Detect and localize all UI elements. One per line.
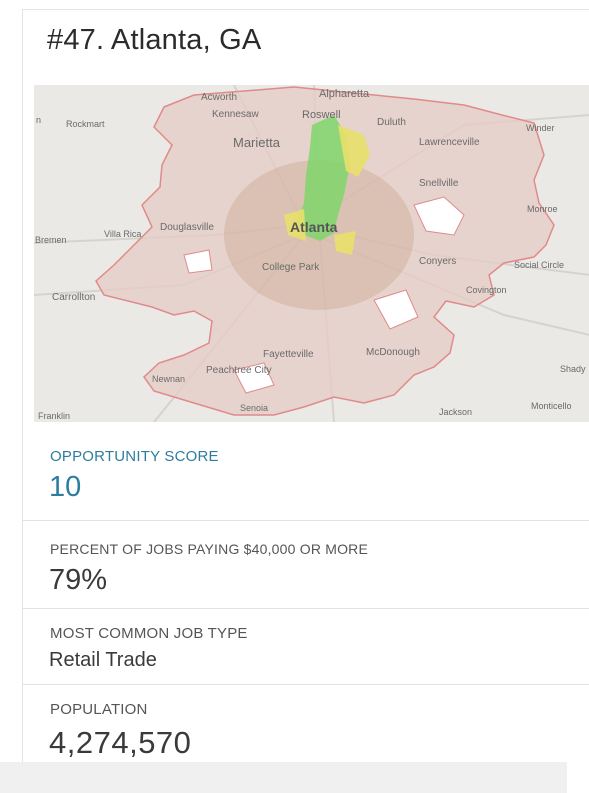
metro-map[interactable]: Acworth Alpharetta Kennesaw Roswell Dulu… [34, 85, 589, 422]
page-title: #47. Atlanta, GA [47, 24, 262, 56]
map-label-franklin: Franklin [38, 411, 70, 421]
map-label-social-circle: Social Circle [514, 260, 564, 270]
map-label-rockmart: Rockmart [66, 119, 105, 129]
job-type-value: Retail Trade [49, 649, 157, 671]
footer-bar [0, 762, 567, 793]
opportunity-score-label: OPPORTUNITY SCORE [50, 448, 219, 465]
map-label-college-park: College Park [262, 262, 320, 273]
jobs-40k-label: PERCENT OF JOBS PAYING $40,000 OR MORE [50, 541, 369, 557]
map-label-monroe: Monroe [527, 204, 558, 214]
opportunity-score-value: 10 [49, 471, 82, 503]
map-label-winder: Winder [526, 123, 555, 133]
map-label-senoia: Senoia [240, 403, 268, 413]
map-label-fayetteville: Fayetteville [263, 349, 314, 360]
city-card: #47. Atlanta, GA Acworth Alpharetta Kenn… [22, 9, 589, 774]
map-label-edge-n: n [36, 115, 41, 125]
map-label-atlanta: Atlanta [290, 219, 338, 235]
job-type-label: MOST COMMON JOB TYPE [50, 625, 248, 642]
population-value: 4,274,570 [49, 725, 192, 760]
map-label-monticello: Monticello [531, 401, 572, 411]
opportunity-score-section: OPPORTUNITY SCORE 10 [23, 422, 589, 521]
map-label-roswell: Roswell [302, 109, 341, 121]
map-label-covington: Covington [466, 285, 507, 295]
map-label-newnan: Newnan [152, 374, 185, 384]
map-label-alpharetta: Alpharetta [319, 88, 370, 100]
map-canvas: Acworth Alpharetta Kennesaw Roswell Dulu… [34, 85, 589, 422]
map-label-snellville: Snellville [419, 178, 459, 189]
jobs-40k-section: PERCENT OF JOBS PAYING $40,000 OR MORE 7… [23, 521, 589, 609]
jobs-40k-value: 79% [49, 564, 108, 596]
map-label-duluth: Duluth [377, 117, 406, 128]
map-label-shady: Shady [560, 364, 586, 374]
map-label-carrollton: Carrollton [52, 292, 95, 303]
population-section: POPULATION 4,274,570 [23, 685, 589, 771]
map-label-villa-rica: Villa Rica [104, 229, 141, 239]
job-type-section: MOST COMMON JOB TYPE Retail Trade [23, 609, 589, 685]
map-label-marietta: Marietta [233, 135, 281, 150]
map-label-peachtree-city: Peachtree City [206, 365, 272, 376]
map-label-jackson: Jackson [439, 407, 472, 417]
map-label-lawrenceville: Lawrenceville [419, 137, 480, 148]
map-label-mcdonough: McDonough [366, 347, 420, 358]
map-label-acworth: Acworth [201, 92, 237, 103]
map-label-conyers: Conyers [419, 256, 456, 267]
population-label: POPULATION [50, 701, 148, 718]
map-label-bremen: Bremen [35, 235, 67, 245]
map-label-douglasville: Douglasville [160, 222, 214, 233]
map-label-kennesaw: Kennesaw [212, 109, 259, 120]
